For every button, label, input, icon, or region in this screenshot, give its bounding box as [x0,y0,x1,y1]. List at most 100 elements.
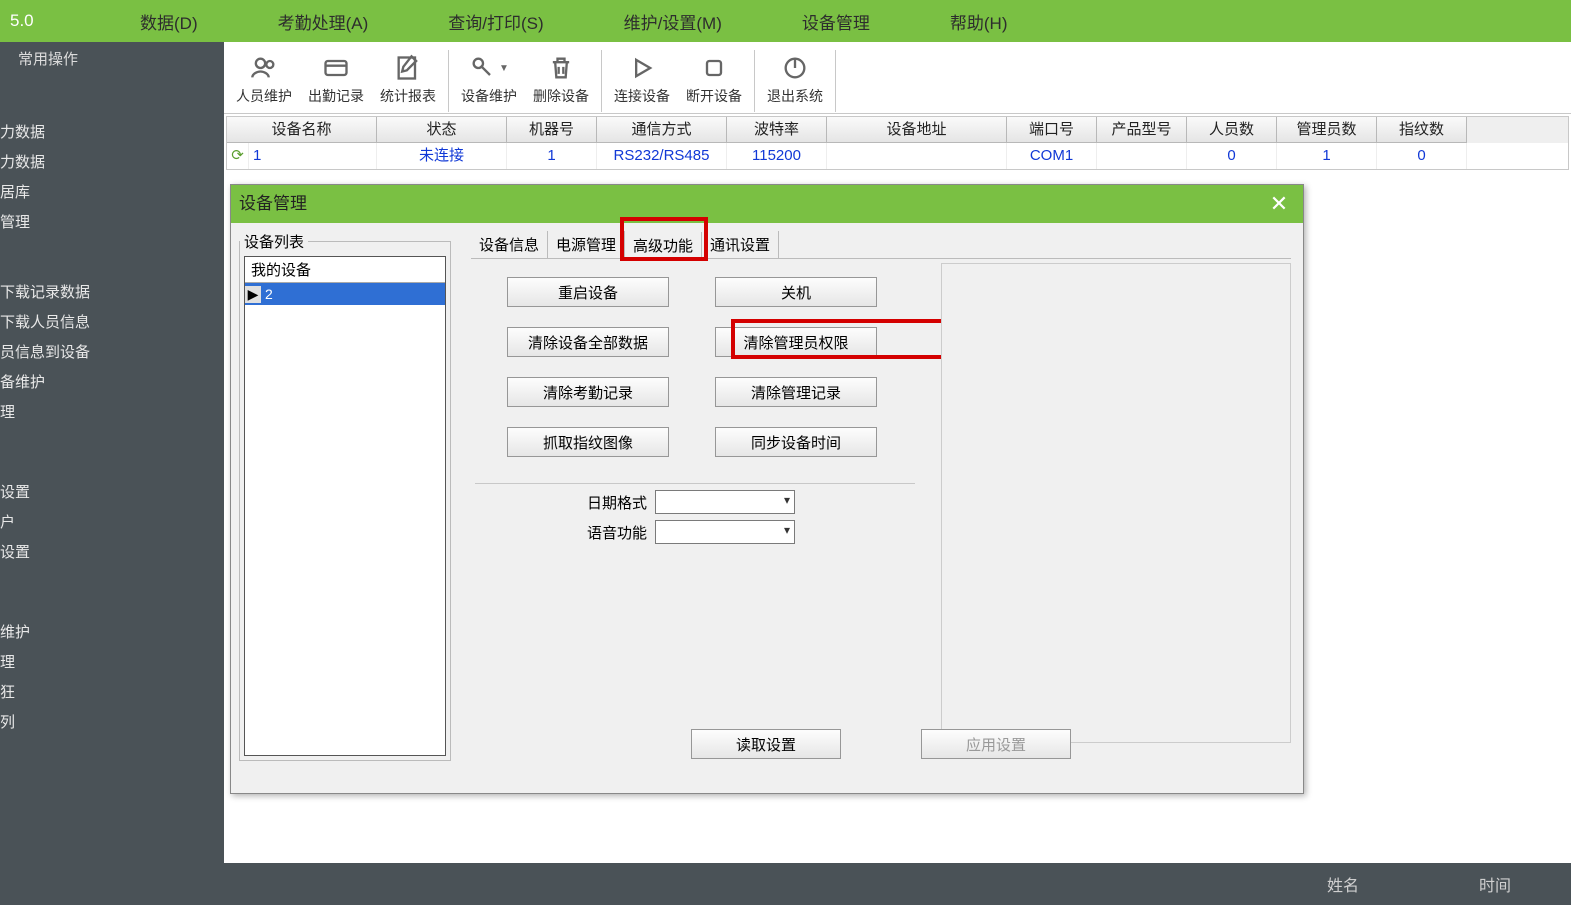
sidebar-item[interactable]: 理 [0,398,224,428]
device-manage-dialog: 设备管理 ✕ 设备列表 我的设备 ▶ 2 设备信息 电源管理 高级功能 通讯设置 [230,184,1304,794]
device-tree[interactable]: 我的设备 ▶ 2 [244,256,446,756]
sidebar-item[interactable]: 户 [0,508,224,538]
col-fp[interactable]: 指纹数 [1377,117,1467,143]
toolbar-label: 断开设备 [686,86,742,106]
grid-data-row[interactable]: ⟳ 1 未连接 1 RS232/RS485 115200 COM1 0 1 0 [227,143,1568,169]
col-status[interactable]: 状态 [377,117,507,143]
col-addr[interactable]: 设备地址 [827,117,1007,143]
toolbar-label: 删除设备 [533,86,589,106]
sidebar: 常用操作 力数据 力数据 居库 管理 下载记录数据 下载人员信息 员信息到设备 … [0,42,224,905]
play-icon [628,50,656,86]
stop-icon [700,50,728,86]
toolbar-exit-button[interactable]: 退出系统 [759,50,831,112]
edit-icon [394,50,422,86]
footer-time-label: 时间 [1479,872,1511,896]
power-icon [781,50,809,86]
separator [475,483,915,484]
sidebar-item[interactable]: 理 [0,648,224,678]
col-admins[interactable]: 管理员数 [1277,117,1377,143]
sidebar-item[interactable]: 备维护 [0,368,224,398]
shutdown-button[interactable]: 关机 [715,277,877,307]
menu-data[interactable]: 数据(D) [100,9,238,34]
cell: 1 [1277,143,1377,169]
read-settings-button[interactable]: 读取设置 [691,729,841,759]
toolbar-delete-device-button[interactable]: 删除设备 [525,50,597,112]
clear-admin-button[interactable]: 清除管理员权限 [715,327,877,357]
tree-header[interactable]: 我的设备 [245,257,445,283]
toolbar-disconnect-button[interactable]: 断开设备 [678,50,750,112]
sidebar-item[interactable]: 力数据 [0,118,224,148]
toolbar-connect-button[interactable]: 连接设备 [606,50,678,112]
tab-power[interactable]: 电源管理 [548,231,625,258]
dialog-titlebar[interactable]: 设备管理 ✕ [231,185,1303,223]
sidebar-item[interactable]: 狂 [0,678,224,708]
sync-time-button[interactable]: 同步设备时间 [715,427,877,457]
cell: RS232/RS485 [597,143,727,169]
clear-attendance-button[interactable]: 清除考勤记录 [507,377,669,407]
sidebar-item[interactable]: 居库 [0,178,224,208]
date-format-label: 日期格式 [587,492,647,513]
menu-help[interactable]: 帮助(H) [910,9,1048,34]
toolbar-label: 统计报表 [380,86,436,106]
clear-all-data-button[interactable]: 清除设备全部数据 [507,327,669,357]
clear-mgmt-button[interactable]: 清除管理记录 [715,377,877,407]
sidebar-item[interactable]: 下载记录数据 [0,278,224,308]
col-machine[interactable]: 机器号 [507,117,597,143]
capture-fp-button[interactable]: 抓取指纹图像 [507,427,669,457]
col-model[interactable]: 产品型号 [1097,117,1187,143]
toolbar-label: 出勤记录 [308,86,364,106]
device-list-fieldset: 设备列表 我的设备 ▶ 2 [239,231,451,761]
tab-comm[interactable]: 通讯设置 [702,231,779,258]
toolbar-attendance-button[interactable]: 出勤记录 [300,50,372,112]
voice-label: 语音功能 [587,522,647,543]
tab-device-info[interactable]: 设备信息 [471,231,548,258]
refresh-icon[interactable]: ⟳ [227,143,249,169]
col-comm[interactable]: 通信方式 [597,117,727,143]
tab-advanced[interactable]: 高级功能 [625,232,702,259]
cell: 0 [1377,143,1467,169]
voice-combo[interactable] [655,520,795,544]
close-icon[interactable]: ✕ [1255,185,1303,223]
preview-panel [941,263,1291,743]
footer-name-label: 姓名 [1327,872,1359,896]
col-people[interactable]: 人员数 [1187,117,1277,143]
menu-maintain-setup[interactable]: 维护/设置(M) [584,9,762,34]
device-list-legend: 设备列表 [240,231,308,252]
toolbar-label: 人员维护 [236,86,292,106]
menu-query-print[interactable]: 查询/打印(S) [408,9,583,34]
sidebar-item[interactable]: 下载人员信息 [0,308,224,338]
toolbar-device-maint-button[interactable]: ▼ 设备维护 [453,50,525,112]
trash-icon [547,50,575,86]
restart-device-button[interactable]: 重启设备 [507,277,669,307]
tree-item-label: 2 [261,286,273,302]
sidebar-item[interactable]: 列 [0,708,224,738]
cell [1097,143,1187,169]
device-grid: 设备名称 状态 机器号 通信方式 波特率 设备地址 端口号 产品型号 人员数 管… [226,116,1569,170]
card-icon [322,50,350,86]
sidebar-item[interactable]: 维护 [0,618,224,648]
cell: 1 [507,143,597,169]
col-port[interactable]: 端口号 [1007,117,1097,143]
sidebar-item[interactable]: 设置 [0,538,224,568]
sidebar-item[interactable]: 管理 [0,208,224,238]
sidebar-item[interactable]: 力数据 [0,148,224,178]
pointer-icon: ▶ [245,286,261,303]
toolbar-people-button[interactable]: 人员维护 [228,50,300,112]
cell: 115200 [727,143,827,169]
col-baud[interactable]: 波特率 [727,117,827,143]
menu-attendance[interactable]: 考勤处理(A) [238,9,409,34]
status-bar: 姓名 时间 [224,863,1571,905]
sidebar-item[interactable]: 设置 [0,478,224,508]
date-format-combo[interactable] [655,490,795,514]
menu-device-manage[interactable]: 设备管理 [762,9,910,34]
dialog-title: 设备管理 [239,185,307,223]
toolbar-report-button[interactable]: 统计报表 [372,50,444,112]
menu-bar: 5.0 数据(D) 考勤处理(A) 查询/打印(S) 维护/设置(M) 设备管理… [0,0,1571,42]
col-device-name[interactable]: 设备名称 [227,117,377,143]
tree-item-selected[interactable]: ▶ 2 [245,283,445,305]
apply-settings-button[interactable]: 应用设置 [921,729,1071,759]
toolbar-label: 连接设备 [614,86,670,106]
toolbar-label: 退出系统 [767,86,823,106]
sidebar-item[interactable]: 员信息到设备 [0,338,224,368]
people-icon [250,50,278,86]
